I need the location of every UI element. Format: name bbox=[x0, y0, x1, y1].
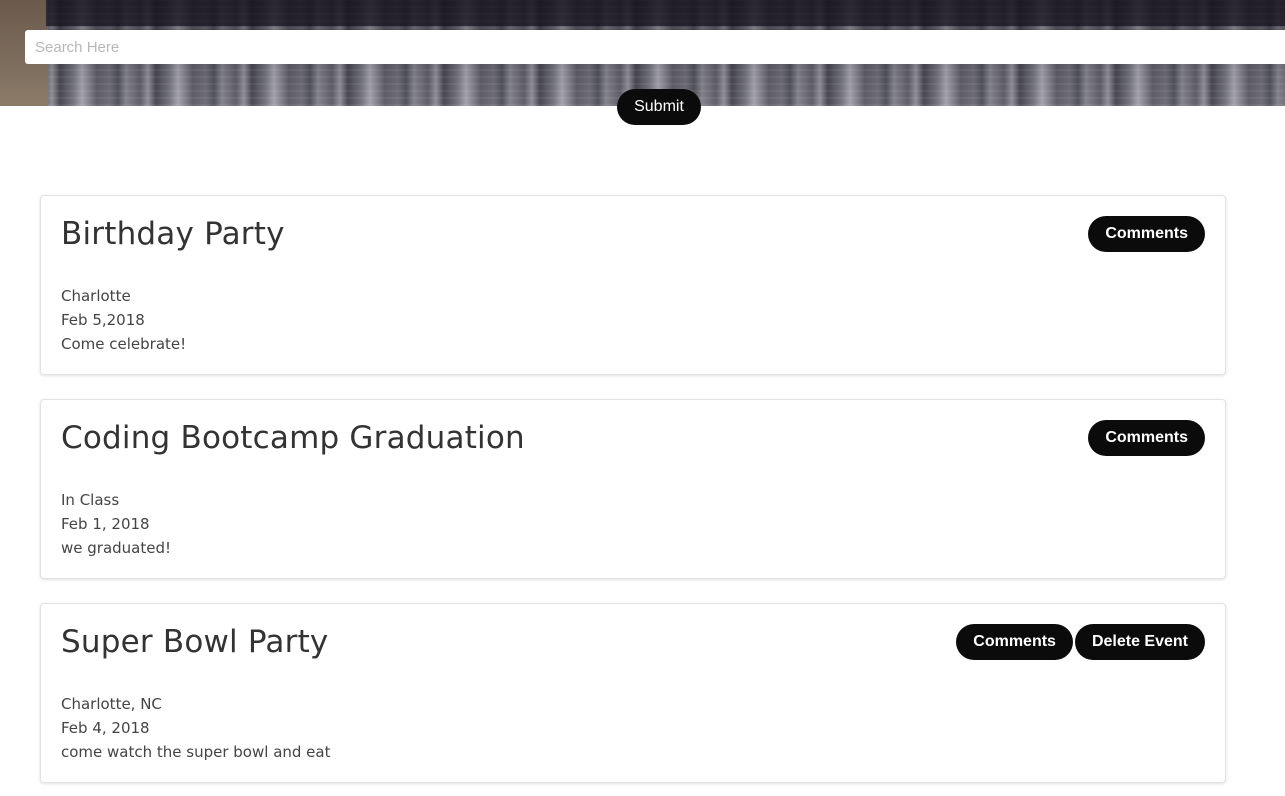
event-card: Birthday Party Comments Charlotte Feb 5,… bbox=[40, 195, 1226, 375]
event-details: Charlotte Feb 5,2018 Come celebrate! bbox=[61, 284, 186, 356]
event-location: Charlotte, NC bbox=[61, 695, 162, 713]
event-date: Feb 1, 2018 bbox=[61, 515, 150, 533]
event-card: Coding Bootcamp Graduation Comments In C… bbox=[40, 399, 1226, 579]
event-date: Feb 5,2018 bbox=[61, 311, 145, 329]
event-actions: Comments Delete Event bbox=[956, 624, 1205, 660]
delete-event-button[interactable]: Delete Event bbox=[1074, 624, 1205, 660]
comments-button[interactable]: Comments bbox=[1088, 216, 1205, 252]
event-description: come watch the super bowl and eat bbox=[61, 743, 331, 761]
hero-top-band bbox=[46, 0, 1285, 26]
event-title: Super Bowl Party bbox=[61, 624, 329, 660]
submit-button[interactable]: Submit bbox=[617, 89, 701, 125]
event-details: Charlotte, NC Feb 4, 2018 come watch the… bbox=[61, 692, 330, 764]
event-title: Birthday Party bbox=[61, 216, 285, 252]
event-date: Feb 4, 2018 bbox=[61, 719, 150, 737]
event-location: Charlotte bbox=[61, 287, 131, 305]
event-actions: Comments bbox=[1088, 420, 1205, 456]
comments-button[interactable]: Comments bbox=[1088, 420, 1205, 456]
event-title: Coding Bootcamp Graduation bbox=[61, 420, 525, 456]
event-description: Come celebrate! bbox=[61, 335, 187, 353]
event-details: In Class Feb 1, 2018 we graduated! bbox=[61, 488, 171, 560]
comments-button[interactable]: Comments bbox=[956, 624, 1073, 660]
event-description: we graduated! bbox=[61, 539, 172, 557]
event-actions: Comments bbox=[1088, 216, 1205, 252]
event-location: In Class bbox=[61, 491, 120, 509]
event-card: Super Bowl Party Comments Delete Event C… bbox=[40, 603, 1226, 783]
search-input[interactable] bbox=[25, 30, 1285, 64]
